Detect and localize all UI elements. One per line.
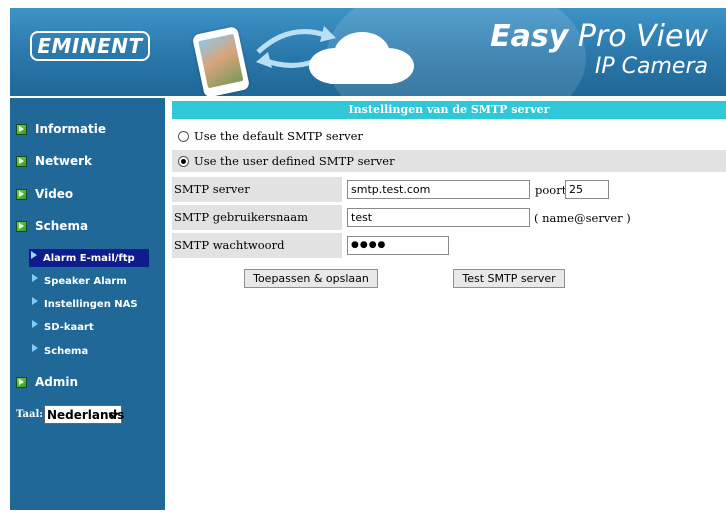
smtp-username-label: SMTP gebruikersnaam — [174, 210, 309, 224]
submenu-arrow-icon — [32, 344, 38, 352]
sidebar-item-label: Admin — [35, 375, 79, 389]
menu-bullet-icon — [16, 155, 27, 167]
sidebar-item-informatie[interactable]: Informatie — [16, 122, 106, 136]
language-label: Taal: — [16, 409, 43, 420]
sidebar-subitem-alarm-email-ftp[interactable]: Alarm E-mail/ftp — [29, 249, 149, 267]
brand-name-rest: Pro View — [568, 19, 708, 54]
radio-row-user: Use the user defined SMTP server — [172, 150, 726, 172]
port-input[interactable]: 25 — [565, 180, 609, 199]
sidebar-subitem-sd-kaart[interactable]: SD-kaart — [30, 318, 94, 336]
submenu-arrow-icon — [32, 320, 38, 328]
radio-default-label: Use the default SMTP server — [194, 129, 363, 143]
apply-save-button[interactable]: Toepassen & opslaan — [244, 269, 378, 288]
section-title: Instellingen van de SMTP server — [172, 101, 726, 119]
sidebar-subitem-schema[interactable]: Schema — [30, 342, 88, 360]
sidebar-subitem-label: SD-kaart — [44, 321, 94, 333]
sidebar: Informatie Netwerk Video Schema Alarm E-… — [10, 98, 165, 510]
sidebar-item-admin[interactable]: Admin — [16, 375, 78, 389]
menu-bullet-icon — [16, 376, 27, 388]
sidebar-item-label: Netwerk — [35, 154, 93, 168]
brand-subtitle: IP Camera — [594, 54, 708, 79]
submenu-arrow-icon — [31, 251, 37, 259]
eminent-logo: EMINENT — [30, 31, 150, 61]
sidebar-item-label: Informatie — [35, 122, 106, 136]
product-brand: Easy Pro View IP Camera — [490, 20, 708, 80]
sidebar-subitem-speaker-alarm[interactable]: Speaker Alarm — [30, 272, 127, 290]
sidebar-subitem-instellingen-nas[interactable]: Instellingen NAS — [30, 295, 138, 313]
sidebar-item-schema[interactable]: Schema — [16, 219, 88, 233]
sidebar-subitem-label: Schema — [44, 345, 89, 357]
smtp-username-input[interactable]: test — [347, 208, 530, 227]
menu-bullet-icon — [16, 220, 27, 232]
radio-row-default: Use the default SMTP server — [172, 125, 726, 147]
language-row: Taal: Nederlands — [16, 405, 124, 424]
smtp-username-row: SMTP gebruikersnaam test ( name@server ) — [172, 205, 726, 230]
sidebar-item-netwerk[interactable]: Netwerk — [16, 154, 92, 168]
menu-bullet-icon — [16, 188, 27, 200]
radio-default-smtp[interactable] — [178, 130, 189, 142]
menu-bullet-icon — [16, 123, 27, 135]
sidebar-item-label: Schema — [35, 219, 89, 233]
sidebar-subitem-label: Instellingen NAS — [44, 298, 138, 310]
radio-user-smtp[interactable] — [178, 155, 189, 167]
header-banner: EMINENT Easy Pro View IP Camera — [10, 8, 726, 96]
smtp-password-input[interactable]: ●●●● — [347, 236, 449, 255]
language-select[interactable]: Nederlands — [43, 405, 124, 424]
brand-name-bold: Easy — [490, 19, 569, 54]
sidebar-item-video[interactable]: Video — [16, 187, 73, 201]
smtp-password-row: SMTP wachtwoord ●●●● — [172, 233, 726, 258]
sidebar-item-label: Video — [35, 187, 74, 201]
cloud-icon — [309, 32, 414, 84]
smtp-server-row: SMTP server smtp.test.com poort 25 — [172, 177, 726, 202]
phone-family-illustration — [191, 25, 251, 96]
sidebar-subitem-label: Alarm E-mail/ftp — [43, 252, 135, 264]
smtp-server-input[interactable]: smtp.test.com — [347, 180, 530, 199]
username-format-hint: ( name@server ) — [534, 211, 631, 225]
submenu-arrow-icon — [32, 274, 38, 282]
sidebar-subitem-label: Speaker Alarm — [44, 275, 127, 287]
radio-user-label: Use the user defined SMTP server — [194, 154, 395, 168]
smtp-server-label: SMTP server — [174, 182, 250, 196]
port-label: poort — [535, 183, 567, 197]
test-smtp-button[interactable]: Test SMTP server — [453, 269, 565, 288]
smtp-password-label: SMTP wachtwoord — [174, 238, 285, 252]
submenu-arrow-icon — [32, 297, 38, 305]
